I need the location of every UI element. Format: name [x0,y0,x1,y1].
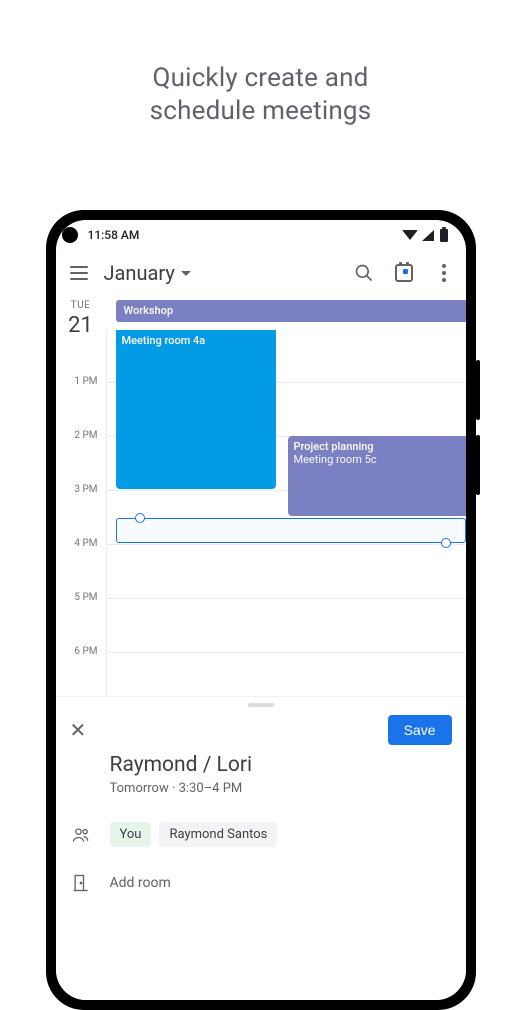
app-bar: January [56,250,466,296]
calendar-today-icon [395,264,413,282]
hour-gridline [106,598,466,599]
calendar-event[interactable]: Project planning Meeting room 5c [288,436,466,516]
guest-chip[interactable]: Raymond Santos [159,822,277,847]
hour-label: 3 PM [56,484,104,495]
phone-side-button [476,360,480,420]
event-title: Project planning [294,440,460,453]
hour-label: 2 PM [56,430,104,441]
selection-handle[interactable] [135,513,145,523]
menu-icon[interactable] [70,266,88,280]
event-title-input[interactable]: Raymond / Lori [110,753,452,777]
add-room-row[interactable]: Add room [56,873,466,893]
selection-handle[interactable] [441,538,451,548]
guest-chip-self[interactable]: You [110,822,152,847]
cellular-icon [422,230,434,241]
day-header: TUE 21 [56,296,106,338]
hour-gridline [106,652,466,653]
search-icon [354,263,374,283]
promo-headline: Quickly create and schedule meetings [0,62,521,127]
hour-label: 1 PM [56,376,104,387]
status-bar: 11:58 AM [56,220,466,250]
battery-icon [440,229,448,242]
event-title: Meeting room 4a [122,334,270,347]
hour-gridline [106,544,466,545]
weekday-label: TUE [56,300,106,311]
wifi-icon [402,230,418,240]
event-location: Meeting room 5c [294,453,460,466]
status-time: 11:58 AM [88,228,140,242]
chevron-down-icon [181,271,191,276]
add-room-label: Add room [110,875,171,891]
calendar-event[interactable]: Meeting room 4a [116,330,276,489]
people-icon [71,825,91,845]
event-create-sheet: ✕ Save Raymond / Lori Tomorrow · 3:30–4 … [56,696,466,1000]
time-selection[interactable] [116,518,466,543]
search-button[interactable] [352,261,376,285]
front-camera [62,227,78,243]
grid-divider [106,330,107,696]
close-button[interactable]: ✕ [70,718,94,742]
hour-label: 5 PM [56,592,104,603]
allday-event[interactable]: Workshop [116,300,466,322]
phone-side-button [476,435,480,495]
day-number: 21 [56,313,106,338]
day-view[interactable]: TUE 21 Workshop 1 PM 2 PM 3 PM 4 PM 5 PM… [56,296,466,696]
hour-label: 4 PM [56,538,104,549]
event-time-label[interactable]: Tomorrow · 3:30–4 PM [110,781,452,796]
hour-label: 6 PM [56,646,104,657]
save-button[interactable]: Save [388,715,452,745]
more-vert-icon [442,264,446,282]
current-month: January [104,261,175,285]
month-picker[interactable]: January [104,261,191,285]
guests-row[interactable]: You Raymond Santos [56,822,466,847]
today-button[interactable] [392,261,416,285]
phone-frame: 11:58 AM January [46,210,476,1010]
room-icon [71,873,91,893]
overflow-menu[interactable] [432,261,456,285]
sheet-grabber[interactable] [248,703,274,707]
